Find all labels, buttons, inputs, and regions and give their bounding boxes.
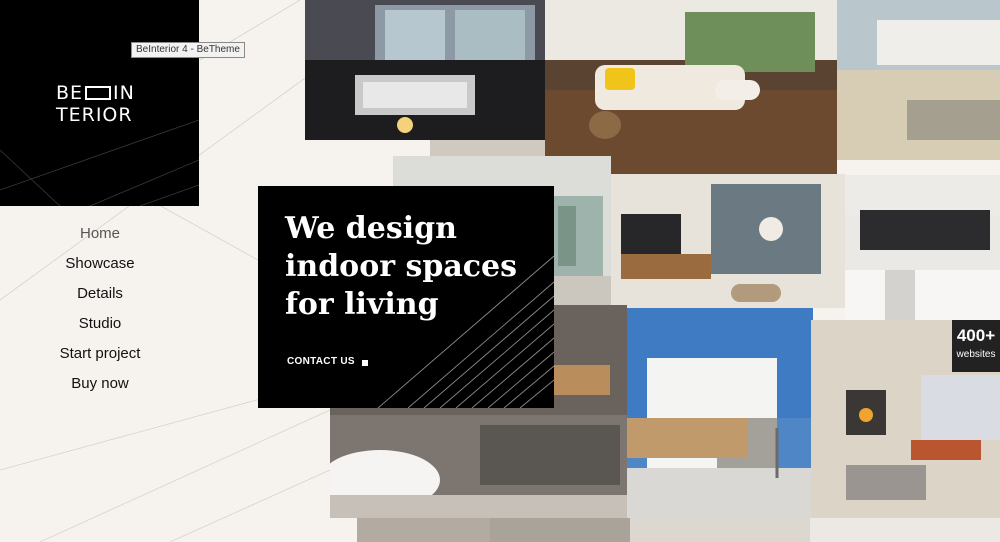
nav-item-details[interactable]: Details [0, 282, 200, 312]
websites-count-badge[interactable]: 400+ websites [952, 320, 1000, 372]
photo-courtyard-night[interactable] [305, 0, 545, 140]
photo-kitchen[interactable] [845, 175, 1000, 320]
square-bullet-icon [362, 360, 368, 366]
logo-frame-icon [85, 86, 112, 100]
photo-interior-strip[interactable] [357, 518, 490, 542]
hero-title: We design indoor spaces for living [285, 211, 518, 322]
nav-item-showcase[interactable]: Showcase [0, 252, 200, 282]
contact-us-link[interactable]: CONTACT US [287, 356, 355, 367]
logo-text-in: IN [113, 82, 135, 104]
nav-item-studio[interactable]: Studio [0, 312, 200, 342]
photo-living-room[interactable] [545, 0, 837, 174]
logo-text-terior: TERIOR [56, 104, 133, 126]
badge-count: 400+ [956, 326, 996, 345]
main-nav: Home Showcase Details Studio Start proje… [0, 222, 200, 402]
photo-tv-lounge[interactable] [611, 174, 845, 308]
photo-exterior-terrace[interactable] [837, 0, 1000, 160]
hero-panel: We design indoor spaces for living CONTA… [258, 186, 554, 408]
nav-item-home[interactable]: Home [0, 222, 200, 252]
logo-text-be: BE [56, 82, 84, 104]
sidebar: BE IN TERIOR Home Showcase Details Studi… [0, 0, 200, 542]
tab-title-tooltip: BeInterior 4 - BeTheme [131, 42, 245, 58]
nav-item-buy-now[interactable]: Buy now [0, 372, 200, 402]
photo-white-house[interactable] [627, 308, 813, 518]
photo-bottom-strip[interactable] [490, 518, 1000, 542]
nav-item-start-project[interactable]: Start project [0, 342, 200, 372]
badge-label: websites [956, 349, 996, 360]
logo-panel: BE IN TERIOR [0, 0, 199, 206]
brand-logo[interactable]: BE IN TERIOR [56, 82, 135, 126]
